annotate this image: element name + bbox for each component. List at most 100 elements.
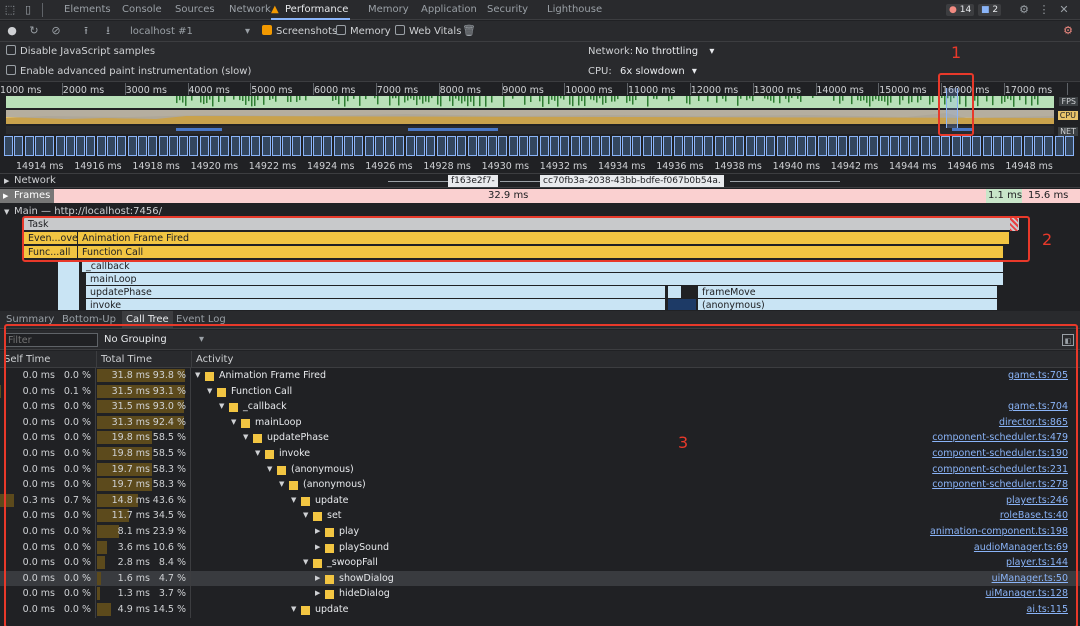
target-select[interactable]: localhost #1 ▾ xyxy=(130,21,250,42)
frame-duration[interactable]: 15.6 ms xyxy=(1028,189,1068,203)
frames-track[interactable]: ▶ Frames 32.9 ms 1.1 ms 15.6 ms xyxy=(0,189,1080,203)
upload-icon[interactable]: ⭱ xyxy=(80,25,92,37)
screenshot-thumbnail[interactable] xyxy=(549,136,559,156)
screenshot-thumbnail[interactable] xyxy=(1023,136,1033,156)
screenshot-thumbnail[interactable] xyxy=(889,136,899,156)
web-vitals-checkbox[interactable]: Web Vitals xyxy=(395,21,461,42)
screenshot-thumbnail[interactable] xyxy=(107,136,116,156)
screenshot-thumbnail[interactable] xyxy=(76,136,86,156)
message-count-badge[interactable]: ■ 2 xyxy=(978,4,1002,16)
screenshot-thumbnail[interactable] xyxy=(766,136,776,156)
tab-console[interactable]: Console xyxy=(120,0,164,20)
screenshot-thumbnail[interactable] xyxy=(210,136,219,156)
screenshot-thumbnail[interactable] xyxy=(354,136,364,156)
screenshot-thumbnail[interactable] xyxy=(446,136,456,156)
tab-elements[interactable]: Elements xyxy=(62,0,113,20)
screenshot-thumbnail[interactable] xyxy=(580,136,590,156)
screenshot-thumbnail[interactable] xyxy=(694,136,704,156)
screenshot-thumbnail[interactable] xyxy=(920,136,930,156)
screenshot-thumbnail[interactable] xyxy=(374,136,384,156)
tab-security[interactable]: Security xyxy=(485,0,530,20)
screenshot-thumbnail[interactable] xyxy=(436,136,446,156)
flame-invoke[interactable]: invoke xyxy=(86,299,666,310)
cpu-throttle-select[interactable]: 6x slowdown ▾ xyxy=(620,62,697,82)
screenshot-thumbnail[interactable] xyxy=(941,136,951,156)
screenshot-thumbnail[interactable] xyxy=(591,136,601,156)
screenshot-thumbnail[interactable] xyxy=(96,136,106,156)
tab-network[interactable]: Network xyxy=(227,0,273,20)
expand-arrow-icon[interactable]: ▶ xyxy=(3,189,8,203)
network-request[interactable]: cc70fb3a-2038-43bb-bdfe-f067b0b54a. xyxy=(540,175,724,187)
screenshot-thumbnail[interactable] xyxy=(1054,136,1064,156)
screenshot-thumbnail[interactable] xyxy=(199,136,209,156)
screenshot-thumbnail[interactable] xyxy=(302,136,312,156)
screenshot-thumbnail[interactable] xyxy=(869,136,879,156)
screenshot-thumbnail[interactable] xyxy=(755,136,765,156)
inspect-icon[interactable]: ⬚ xyxy=(4,4,16,16)
screenshot-thumbnail[interactable] xyxy=(972,136,982,156)
flame-block[interactable] xyxy=(58,260,80,310)
screenshot-thumbnail[interactable] xyxy=(704,136,714,156)
trash-icon[interactable]: 🗑 xyxy=(462,25,476,37)
device-toggle-icon[interactable]: ▯ xyxy=(22,4,34,16)
screenshot-thumbnail[interactable] xyxy=(385,136,395,156)
close-icon[interactable]: ✕ xyxy=(1058,4,1070,16)
screenshot-thumbnail[interactable] xyxy=(405,136,415,156)
screenshot-thumbnail[interactable] xyxy=(776,136,786,156)
screenshot-thumbnail[interactable] xyxy=(292,136,302,156)
tab-performance[interactable]: Performance xyxy=(271,0,351,20)
tab-application[interactable]: Application xyxy=(419,0,479,20)
screenshot-thumbnail[interactable] xyxy=(570,136,580,156)
screenshot-thumbnail[interactable] xyxy=(900,136,910,156)
screenshot-thumbnail[interactable] xyxy=(323,136,333,156)
frame-duration[interactable]: 32.9 ms xyxy=(488,189,528,203)
flame-anonymous[interactable]: (anonymous) xyxy=(698,299,998,310)
screenshot-thumbnail[interactable] xyxy=(714,136,724,156)
screenshot-thumbnail[interactable] xyxy=(220,136,230,156)
screenshot-thumbnail[interactable] xyxy=(364,136,374,156)
screenshot-thumbnail[interactable] xyxy=(725,136,734,156)
screenshot-thumbnail[interactable] xyxy=(951,136,961,156)
screenshot-thumbnail[interactable] xyxy=(240,136,250,156)
screenshot-thumbnail[interactable] xyxy=(45,136,55,156)
more-options-icon[interactable]: ⋮ xyxy=(1038,4,1050,16)
screenshot-strip[interactable] xyxy=(0,136,1080,158)
screenshot-thumbnail[interactable] xyxy=(261,136,271,156)
screenshot-thumbnail[interactable] xyxy=(488,136,498,156)
screenshot-thumbnail[interactable] xyxy=(622,136,631,156)
screenshot-thumbnail[interactable] xyxy=(663,136,673,156)
screenshot-thumbnail[interactable] xyxy=(313,136,322,156)
screenshot-thumbnail[interactable] xyxy=(560,136,570,156)
screenshot-thumbnail[interactable] xyxy=(498,136,508,156)
screenshot-thumbnail[interactable] xyxy=(632,136,642,156)
screenshot-thumbnail[interactable] xyxy=(642,136,652,156)
tab-memory[interactable]: Memory xyxy=(366,0,411,20)
screenshot-thumbnail[interactable] xyxy=(508,136,518,156)
screenshot-thumbnail[interactable] xyxy=(395,136,405,156)
screenshot-thumbnail[interactable] xyxy=(179,136,189,156)
screenshot-thumbnail[interactable] xyxy=(282,136,292,156)
screenshot-thumbnail[interactable] xyxy=(992,136,1002,156)
screenshot-thumbnail[interactable] xyxy=(1034,136,1043,156)
screenshot-thumbnail[interactable] xyxy=(1013,136,1023,156)
screenshot-thumbnail[interactable] xyxy=(1003,136,1013,156)
screenshot-thumbnail[interactable] xyxy=(34,136,44,156)
reload-record-icon[interactable]: ↻ xyxy=(28,25,40,37)
flame-mainloop[interactable]: mainLoop xyxy=(86,273,1004,286)
flame-block[interactable] xyxy=(668,299,696,310)
screenshot-thumbnail[interactable] xyxy=(467,136,477,156)
screenshot-thumbnail[interactable] xyxy=(838,136,848,156)
screenshot-thumbnail[interactable] xyxy=(982,136,992,156)
screenshot-thumbnail[interactable] xyxy=(137,136,147,156)
screenshot-thumbnail[interactable] xyxy=(271,136,281,156)
screenshot-thumbnail[interactable] xyxy=(961,136,971,156)
screenshot-thumbnail[interactable] xyxy=(797,136,807,156)
capture-settings-gear-icon[interactable]: ⚙ xyxy=(1062,25,1074,37)
screenshot-thumbnail[interactable] xyxy=(426,136,436,156)
tab-lighthouse[interactable]: Lighthouse xyxy=(545,0,604,20)
screenshot-thumbnail[interactable] xyxy=(539,136,549,156)
screenshot-thumbnail[interactable] xyxy=(683,136,693,156)
network-request[interactable]: f163e2f7- xyxy=(448,175,498,187)
screenshot-thumbnail[interactable] xyxy=(168,136,178,156)
settings-gear-icon[interactable]: ⚙ xyxy=(1018,4,1030,16)
